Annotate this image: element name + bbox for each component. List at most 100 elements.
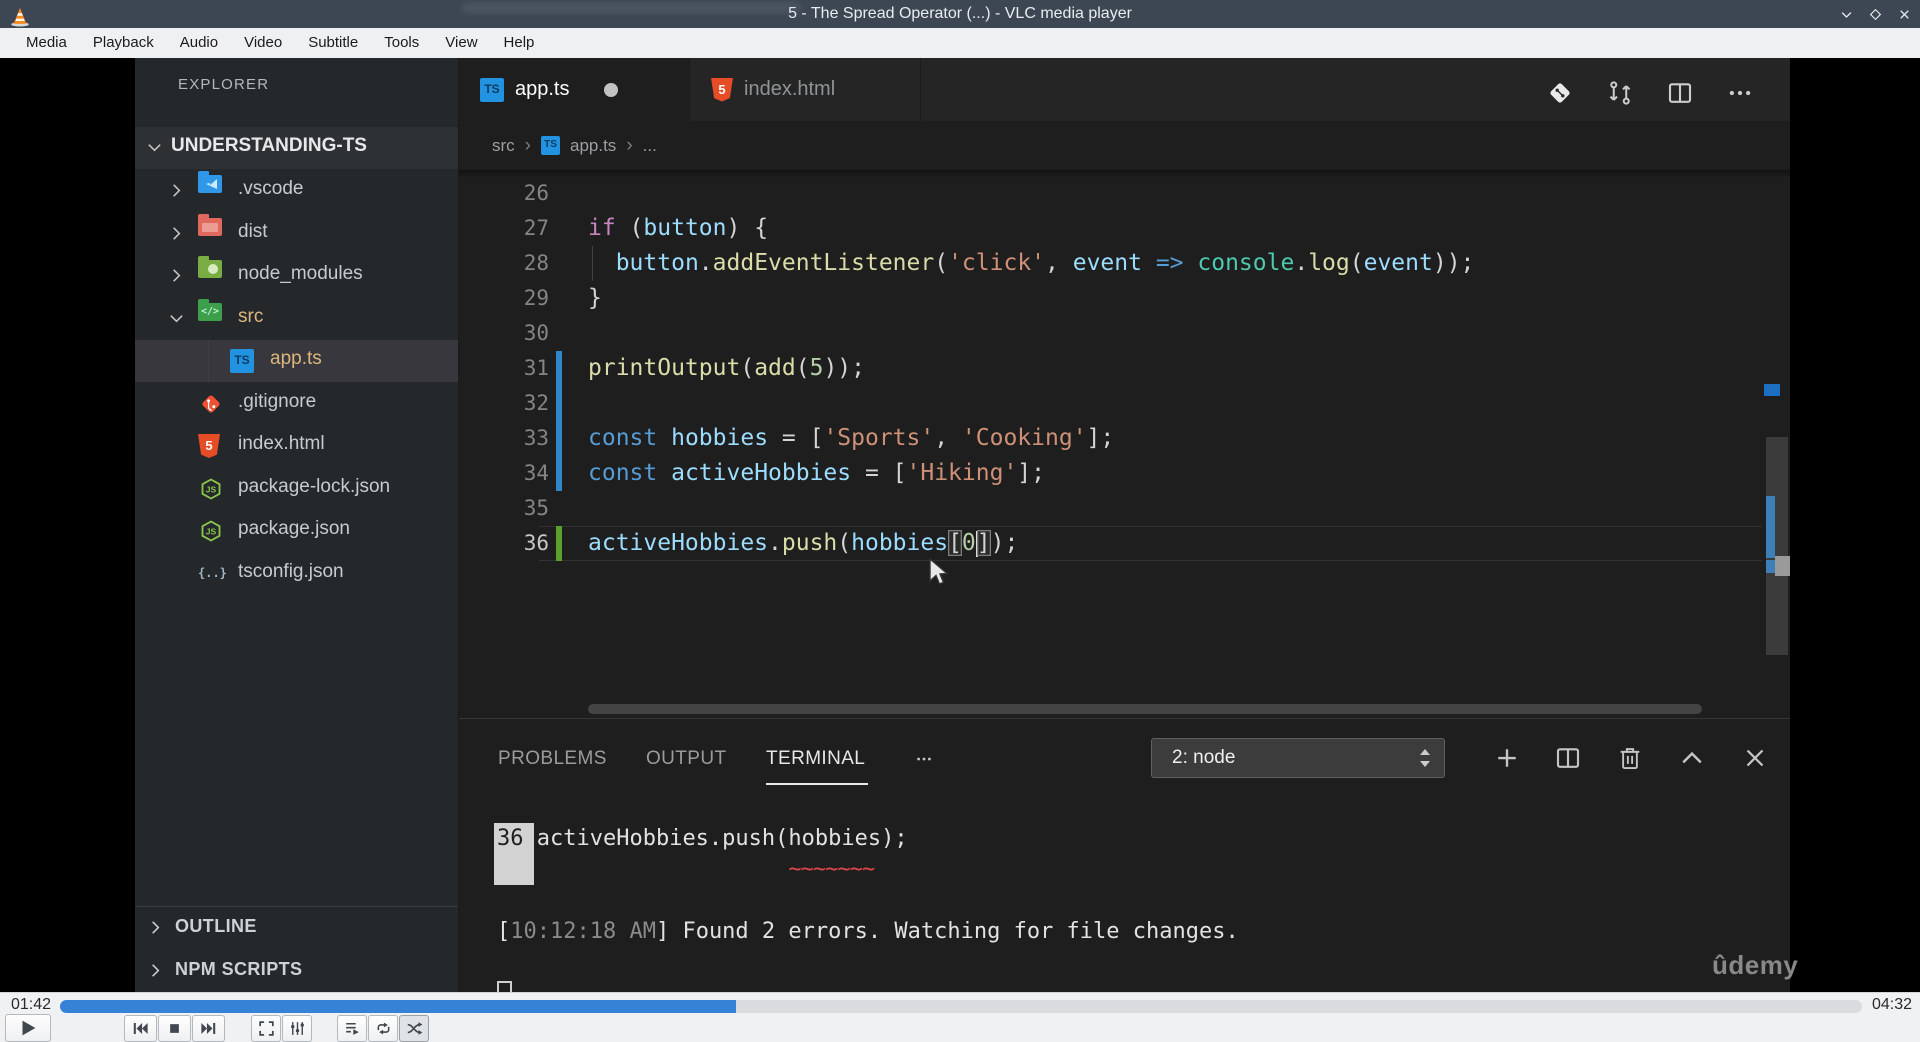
close-button[interactable]	[1894, 4, 1914, 24]
menu-video[interactable]: Video	[231, 28, 295, 58]
extended-settings-button[interactable]	[282, 1015, 312, 1042]
compare-changes-icon[interactable]	[1605, 78, 1635, 108]
horizontal-scrollbar[interactable]	[588, 704, 1702, 714]
tree-item-indexhtml[interactable]: index.html	[135, 425, 458, 467]
folder-vscode-icon	[198, 171, 222, 193]
menu-view[interactable]: View	[432, 28, 490, 58]
tree-item-tsconfigjson[interactable]: tsconfig.json	[135, 553, 458, 595]
gutter-change-marker	[556, 386, 562, 421]
code-line-30: 30	[459, 316, 1790, 351]
tree-item-appts[interactable]: app.tsM	[135, 340, 558, 382]
file-html-icon	[198, 434, 220, 458]
menu-playback[interactable]: Playback	[80, 28, 167, 58]
panel-tab-problems[interactable]: PROBLEMS	[498, 739, 607, 779]
tree-item-dist[interactable]: dist	[135, 213, 458, 255]
breadcrumb-file[interactable]: app.ts	[570, 136, 616, 156]
terminal-line: ~~~~~~~	[788, 857, 875, 882]
spinner-arrows-icon	[1416, 746, 1434, 770]
random-button[interactable]	[399, 1015, 429, 1042]
overview-ruler-marker	[1764, 384, 1780, 396]
playlist-button[interactable]	[337, 1015, 367, 1042]
split-terminal-icon[interactable]	[1553, 743, 1583, 773]
elapsed-time: 01:42	[11, 996, 52, 1013]
window-controls	[1836, 0, 1914, 28]
breadcrumb-folder[interactable]: src	[492, 136, 515, 156]
chev-down-icon	[146, 139, 163, 156]
play-button[interactable]	[5, 1014, 51, 1042]
screen: 5 - The Spread Operator (...) - VLC medi…	[0, 0, 1920, 1042]
tab-app-ts[interactable]: app.ts	[459, 58, 690, 121]
menu-media[interactable]: Media	[13, 28, 80, 58]
svg-text:JS: JS	[206, 484, 217, 494]
tree-item-node-modules[interactable]: node_modules	[135, 255, 458, 297]
more-actions-icon[interactable]	[909, 749, 939, 769]
breadcrumb-more[interactable]: ...	[643, 136, 657, 156]
line-number: 34	[523, 461, 549, 485]
split-editor-icon[interactable]	[1665, 78, 1695, 108]
chev-right-icon	[168, 182, 185, 199]
menu-audio[interactable]: Audio	[167, 28, 231, 58]
line-number: 30	[523, 321, 549, 345]
html5-icon	[711, 77, 733, 102]
code-line-26: 26	[459, 176, 1790, 211]
tree-item-src[interactable]: src●	[135, 298, 562, 340]
code-line-27: 27 if (button) {	[459, 211, 1790, 246]
new-terminal-icon[interactable]	[1492, 743, 1522, 773]
tree-item-vscode[interactable]: .vscode	[135, 170, 458, 212]
next-media-button[interactable]	[192, 1015, 225, 1042]
sidebar-section-outline[interactable]: OUTLINE	[135, 906, 458, 948]
tree-root-understanding-ts[interactable]: UNDERSTANDING-TS	[135, 127, 458, 169]
chevron-right-icon	[147, 919, 164, 936]
line-number: 27	[523, 216, 549, 240]
minimize-button[interactable]	[1836, 4, 1856, 24]
tree-item-packagejson[interactable]: JS package.json	[135, 510, 458, 552]
file-node-icon: JS	[198, 477, 224, 501]
fullscreen-button[interactable]	[251, 1015, 281, 1042]
folder-src-icon	[198, 298, 222, 321]
unsaved-dot[interactable]	[604, 82, 619, 97]
close-panel-icon[interactable]	[1740, 743, 1770, 773]
terminal-select[interactable]: 2: node	[1151, 738, 1445, 778]
gutter-change-marker	[556, 456, 562, 491]
line-number: 28	[523, 251, 549, 275]
source-control-diamond-icon[interactable]	[1545, 78, 1575, 108]
seek-bar[interactable]	[60, 1000, 1862, 1013]
typescript-icon	[480, 77, 504, 102]
breadcrumb[interactable]: src › app.ts › ...	[459, 121, 1790, 170]
previous-media-button[interactable]	[124, 1015, 157, 1042]
panel-tab-terminal[interactable]: TERMINAL	[766, 739, 865, 779]
menu-subtitle[interactable]: Subtitle	[295, 28, 371, 58]
sidebar-section-npm-scripts[interactable]: NPM SCRIPTS	[135, 950, 458, 992]
panel-tab-output[interactable]: OUTPUT	[646, 739, 727, 779]
explorer-sidebar: EXPLORER UNDERSTANDING-TS .vscode dist node…	[135, 58, 562, 992]
menu-help[interactable]: Help	[491, 28, 548, 58]
maximize-button[interactable]	[1865, 4, 1885, 24]
tab-index-html[interactable]: index.html	[690, 58, 921, 121]
udemy-watermark: ûdemy	[1712, 950, 1799, 980]
terminal-line: [10:12:18 AM] Found 2 errors. Watching f…	[497, 919, 1239, 944]
tree-item-package-lockjson[interactable]: JS package-lock.json	[135, 468, 458, 510]
video-artifact	[461, 2, 801, 14]
tree-item-gitignore[interactable]: .gitignore	[135, 383, 458, 425]
total-time: 04:32	[1872, 996, 1913, 1013]
gutter-change-marker	[556, 421, 562, 456]
code-line-31: 31 printOutput(add(5));	[459, 351, 1790, 386]
overview-ruler-marker	[1766, 496, 1775, 558]
stop-button[interactable]	[158, 1015, 191, 1042]
code-line-36: 36 activeHobbies.push(hobbies[0]);	[459, 526, 1790, 561]
kill-terminal-icon[interactable]	[1615, 743, 1645, 773]
loop-button[interactable]	[368, 1015, 398, 1042]
mouse-pointer	[928, 558, 950, 588]
code-editor[interactable]: 26 27 if (button) {28 button.addEventListe…	[459, 170, 1790, 718]
window-title: 5 - The Spread Operator (...) - VLC medi…	[788, 5, 1132, 22]
code-line-35: 35	[459, 491, 1790, 526]
line-number: 26	[523, 181, 549, 205]
explorer-title: EXPLORER	[178, 76, 270, 93]
menu-tools[interactable]: Tools	[371, 28, 432, 58]
more-actions-icon[interactable]	[1725, 78, 1755, 108]
terminal-line: 36 activeHobbies.push(hobbies);	[497, 826, 908, 851]
line-number: 32	[523, 391, 549, 415]
code-line-28: 28 button.addEventListener('click', even…	[459, 246, 1790, 281]
breadcrumb-separator: ›	[524, 134, 531, 156]
maximize-panel-icon[interactable]	[1677, 743, 1707, 773]
